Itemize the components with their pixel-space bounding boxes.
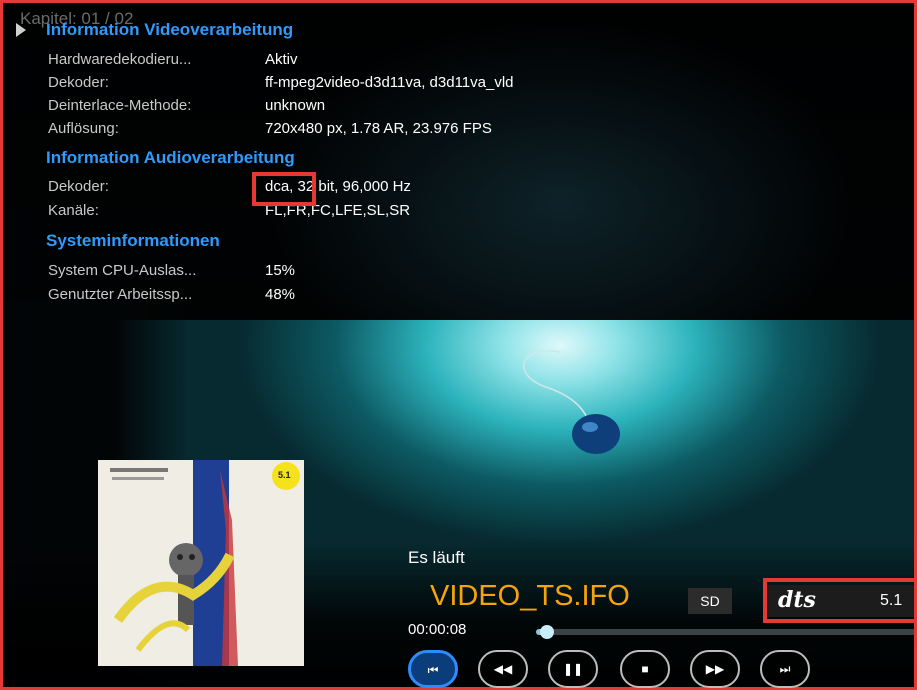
resolution-value: 720x480 px, 1.78 AR, 23.976 FPS <box>265 120 492 137</box>
album-cover-art <box>98 460 304 666</box>
audio-decoder-value: dca, 32 bit, 96,000 Hz <box>265 178 411 195</box>
channels-value: FL,FR,FC,LFE,SL,SR <box>265 202 411 219</box>
fishing-line <box>523 350 589 421</box>
playback-status: Es läuft <box>408 548 465 567</box>
video-decoder-value: ff-mpeg2video-d3d11va, d3d11va_vld <box>265 74 514 91</box>
skip-previous-icon: ⏮ <box>427 663 439 677</box>
skip-next-icon: ⏭ <box>779 662 791 676</box>
system-info-header: Systeminformationen <box>46 231 220 250</box>
deinterlace-value: unknown <box>265 97 326 114</box>
cpu-usage-label: System CPU-Auslas... <box>48 262 197 279</box>
dts-logo-icon: dts <box>778 587 816 613</box>
video-info-header: Information Videoverarbeitung <box>46 20 294 39</box>
pause-button[interactable]: ❚❚ <box>548 650 598 688</box>
pause-icon: ❚❚ <box>562 662 584 676</box>
video-player-screen: Kapitel: 01 / 02 Information Videoverarb… <box>0 0 917 690</box>
stop-button[interactable]: ■ <box>620 650 670 688</box>
rewind-button[interactable]: ◀◀ <box>478 650 528 688</box>
fast-forward-button[interactable]: ▶▶ <box>690 650 740 688</box>
audio-decoder-label: Dekoder: <box>48 178 109 195</box>
memory-usage-label: Genutzter Arbeitssp... <box>48 286 193 303</box>
blue-lure <box>572 414 620 454</box>
quality-badge: SD <box>688 588 732 614</box>
hw-decoding-label: Hardwaredekodieru... <box>48 51 192 68</box>
cover-channels-badge: 5.1 <box>278 470 291 480</box>
audio-info-header: Information Audioverarbeitung <box>46 148 295 167</box>
fast-forward-icon: ▶▶ <box>705 662 725 676</box>
album-cover: 5.1 <box>98 460 304 666</box>
seek-bar[interactable] <box>536 629 917 635</box>
elapsed-time: 00:00:08 <box>408 621 467 638</box>
next-button[interactable]: ⏭ <box>760 650 810 688</box>
stop-icon: ■ <box>641 662 649 676</box>
cpu-usage-value: 15% <box>265 262 296 279</box>
video-decoder-label: Dekoder: <box>48 74 109 91</box>
rewind-icon: ◀◀ <box>493 662 513 676</box>
previous-button[interactable]: ⏮ <box>408 650 458 688</box>
hw-decoding-value: Aktiv <box>265 51 298 68</box>
resolution-label: Auflösung: <box>48 120 119 137</box>
channels-label: Kanäle: <box>48 202 99 219</box>
deinterlace-label: Deinterlace-Methode: <box>48 97 192 114</box>
audio-channels-badge: 5.1 <box>880 592 903 609</box>
memory-usage-value: 48% <box>265 286 296 303</box>
seek-bar-thumb[interactable] <box>539 625 554 639</box>
media-title: VIDEO_TS.IFO <box>430 580 630 612</box>
